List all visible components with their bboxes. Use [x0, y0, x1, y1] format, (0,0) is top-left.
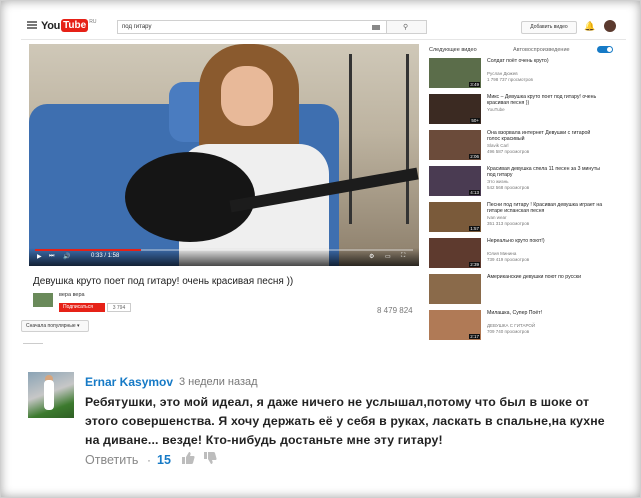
sidebar-video-channel: YouTube — [487, 107, 505, 112]
sidebar-video-title[interactable]: Милашка, Супер Поёт! — [487, 310, 603, 316]
sidebar-video-views: 1 798 737 просмотров — [487, 77, 533, 82]
comment-time[interactable]: 3 недели назад — [179, 376, 258, 388]
avatar[interactable] — [604, 20, 616, 32]
sidebar-video-item[interactable]: 4:13 Красивая девушка спела 11 песен за 3… — [429, 166, 626, 198]
sidebar-video-item[interactable]: 2:17 Милашка, Супер Поёт! ДЕВУШКА С ГИТАРО… — [429, 310, 626, 342]
autoplay-label: Автовоспроизведение — [513, 47, 570, 53]
subscriber-count: 3 794 — [107, 303, 131, 312]
video-player[interactable]: ▶ ⏭ 🔊 0:33 / 1:58 ⚙ ▭ ⛶ — [29, 44, 419, 266]
video-thumbnail[interactable]: 3:49 — [429, 58, 481, 88]
sidebar-video-title[interactable]: Красивая девушка спела 11 песен за 3 мин… — [487, 166, 603, 179]
sidebar-video-title[interactable]: Американские девушки поют по русски — [487, 274, 603, 280]
comment-avatar[interactable] — [28, 372, 74, 418]
sidebar-video-views: 709 740 просмотров — [487, 329, 530, 334]
video-shelf — [349, 54, 409, 224]
video-thumbnail[interactable]: 2:06 — [429, 130, 481, 160]
video-duration: 2:39 — [469, 262, 480, 267]
reply-button[interactable]: Ответить — [85, 453, 138, 467]
sidebar: Следующее видео Автовоспроизведение 3:49… — [429, 44, 626, 350]
video-thumbnail[interactable]: 2:17 — [429, 310, 481, 340]
sidebar-video-channel: Руслан Дюжев — [487, 71, 518, 76]
sidebar-video-item[interactable]: Американские девушки поют по русски — [429, 274, 626, 306]
search-value: под гитару — [122, 24, 152, 30]
sidebar-video-item[interactable]: 1:57 Песни под гитару ! Красивая девушка … — [429, 202, 626, 234]
top-bar: You Tube RU под гитару ⚲ Добавить видео … — [21, 10, 626, 40]
video-thumbnail[interactable] — [429, 274, 481, 304]
channel-name[interactable]: вера вера — [59, 292, 85, 298]
thumbs-down-icon[interactable] — [203, 451, 217, 465]
time-display: 0:33 / 1:58 — [91, 253, 120, 259]
comments-sort-label: Сначала популярные — [26, 323, 76, 329]
screenshot-frame: You Tube RU под гитару ⚲ Добавить видео … — [0, 0, 641, 498]
video-thumbnail[interactable]: 50+ — [429, 94, 481, 124]
search-button[interactable]: ⚲ — [387, 20, 427, 34]
sidebar-video-item[interactable]: 2:39 Нереально круто поют!) Юлия Минина 739… — [429, 238, 626, 270]
video-thumbnail[interactable]: 2:39 — [429, 238, 481, 268]
video-duration: 4:13 — [469, 190, 480, 195]
progress-bar[interactable] — [35, 249, 413, 251]
thumbs-up-icon[interactable] — [181, 451, 195, 465]
video-duration: 2:06 — [469, 154, 480, 159]
chevron-down-icon: ▾ — [77, 323, 80, 329]
next-icon[interactable]: ⏭ — [49, 253, 54, 260]
sidebar-video-views: 542 568 просмотров — [487, 185, 530, 190]
comments-sort-dropdown[interactable]: Сначала популярные ▾ — [21, 320, 89, 332]
sidebar-video-title[interactable]: Микс – Девушка круто поет под гитару! оч… — [487, 94, 603, 107]
sidebar-video-item[interactable]: 50+ Микс – Девушка круто поет под гитару!… — [429, 94, 626, 126]
sidebar-video-title[interactable]: Нереально круто поют!) — [487, 238, 603, 244]
search-input[interactable]: под гитару — [117, 20, 387, 34]
logo-you: You — [41, 19, 61, 32]
bell-icon[interactable]: 🔔 — [584, 21, 595, 32]
fullscreen-icon[interactable]: ⛶ — [401, 253, 405, 260]
comment-text: Ребятушки, это мой идеал, я даже ничего … — [85, 395, 605, 447]
comment-author[interactable]: Ernar Kasymov — [85, 375, 173, 389]
sidebar-video-title[interactable]: Солдат поёт очень круто) — [487, 58, 603, 64]
keyboard-icon[interactable] — [372, 25, 380, 30]
sidebar-video-channel: Slavik Carl — [487, 143, 509, 148]
video-guitar — [125, 152, 255, 242]
youtube-page: You Tube RU под гитару ⚲ Добавить видео … — [21, 10, 626, 350]
add-video-button[interactable]: Добавить видео — [521, 21, 577, 34]
volume-icon[interactable]: 🔊 — [63, 253, 70, 260]
progress-fill — [35, 249, 141, 251]
video-thumbnail[interactable]: 1:57 — [429, 202, 481, 232]
sidebar-video-channel: Ivan wear — [487, 215, 507, 220]
like-count: 15 — [157, 453, 171, 467]
sidebar-video-channel: Юлия Минина — [487, 251, 517, 256]
channel-avatar[interactable] — [33, 293, 53, 307]
view-count: 8 479 824 — [377, 306, 413, 315]
menu-icon[interactable] — [27, 21, 37, 29]
sidebar-video-channel: Это жизнь — [487, 179, 509, 184]
video-duration: 3:49 — [469, 82, 480, 87]
video-duration: 2:17 — [469, 334, 480, 339]
separator-dot: · — [147, 453, 151, 467]
sidebar-video-item[interactable]: 3:49 Солдат поёт очень круто) Руслан Дюжев… — [429, 58, 626, 90]
logo-tube: Tube — [61, 19, 89, 32]
next-video-heading: Следующее видео — [429, 47, 477, 53]
theater-icon[interactable]: ▭ — [385, 253, 391, 260]
sidebar-video-views: 739 419 просмотров — [487, 257, 530, 262]
sidebar-video-item[interactable]: 2:06 Она взорвала интернет Девушки с гита… — [429, 130, 626, 162]
subscribe-button[interactable]: Подписаться — [59, 303, 105, 312]
video-thumbnail[interactable]: 4:13 — [429, 166, 481, 196]
settings-icon[interactable]: ⚙ — [369, 253, 374, 260]
sidebar-video-channel: ДЕВУШКА С ГИТАРОЙ — [487, 323, 536, 328]
youtube-logo[interactable]: You Tube RU — [41, 18, 96, 33]
video-duration: 50+ — [470, 118, 480, 123]
avatar-body — [44, 380, 54, 410]
sidebar-video-views: 351 313 просмотров — [487, 221, 530, 226]
video-title: Девушка круто поет под гитару! очень кра… — [33, 276, 294, 287]
comment: Ernar Kasymov 3 недели назад Ребятушки, … — [1, 357, 640, 497]
logo-region: RU — [89, 19, 97, 25]
search-icon: ⚲ — [403, 24, 409, 31]
sidebar-video-views: 496 587 просмотров — [487, 149, 530, 154]
video-person-face — [221, 66, 273, 126]
autoplay-toggle[interactable] — [597, 46, 613, 53]
sidebar-video-title[interactable]: Она взорвала интернет Девушки с гитарой … — [487, 130, 603, 143]
video-duration: 1:57 — [469, 226, 480, 231]
sidebar-video-title[interactable]: Песни под гитару ! Красивая девушка игра… — [487, 202, 603, 215]
play-icon[interactable]: ▶ — [37, 253, 42, 260]
divider — [23, 343, 43, 344]
